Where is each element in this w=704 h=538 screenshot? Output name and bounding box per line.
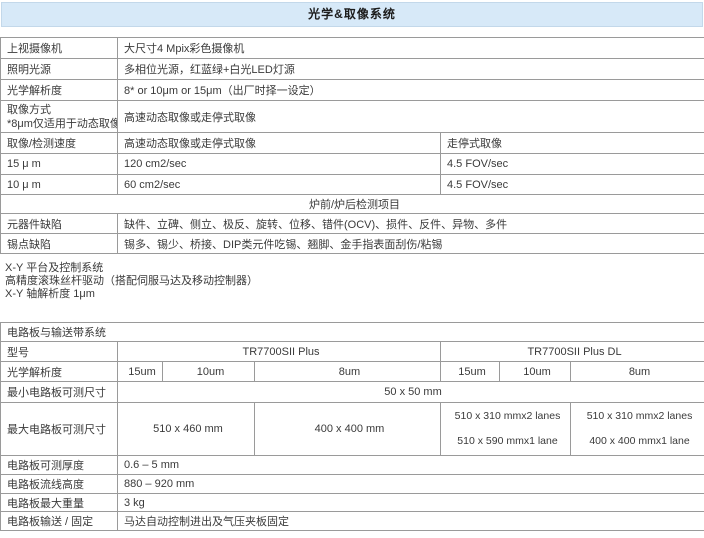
spec-label-cell: 取像方式 *8μm仅适用于动态取像 <box>1 101 118 133</box>
spec-label-cell: 光学解析度 <box>1 362 118 382</box>
capture-mode-note: *8μm仅适用于动态取像 <box>7 117 115 131</box>
table-row: 取像/检测速度 高速动态取像或走停式取像 走停式取像 <box>1 133 704 154</box>
spec-label-cell: 电路板输送 / 固定 <box>1 512 118 531</box>
max-board-dl-b-line1: 510 x 310 mmx2 lanes <box>577 404 702 429</box>
table-row: 型号 TR7700SII Plus TR7700SII Plus DL <box>1 342 704 362</box>
table-row: 电路板与输送带系统 <box>1 323 704 342</box>
table-row: 炉前/炉后检测项目 <box>1 195 704 214</box>
max-board-dl-a-line2: 510 x 590 mmx1 lane <box>447 429 568 454</box>
res-col-cell: 15um <box>118 362 163 382</box>
section-header-optics: 光学&取像系统 <box>1 2 703 27</box>
capture-mode-label: 取像方式 <box>7 103 115 117</box>
table-row: 最大电路板可测尺寸 510 x 460 mm 400 x 400 mm 510 … <box>1 403 704 456</box>
max-board-dl-b-cell: 510 x 310 mmx2 lanes 400 x 400 mmx1 lane <box>571 403 704 456</box>
min-board-value-cell: 50 x 50 mm <box>118 382 704 403</box>
spec-value-cell: 3 kg <box>118 494 704 512</box>
spec-label-cell: 15 μ m <box>1 154 118 175</box>
spec-label-cell: 取像/检测速度 <box>1 133 118 154</box>
max-board-plus-b-cell: 400 x 400 mm <box>255 403 441 456</box>
spec-label-cell: 锡点缺陷 <box>1 234 118 254</box>
table-row: 10 μ m 60 cm2/sec 4.5 FOV/sec <box>1 175 704 195</box>
res-col-cell: 8um <box>571 362 704 382</box>
table-row: 照明光源 多相位光源，红蓝绿+白光LED灯源 <box>1 59 704 80</box>
spec-value-cell: 0.6 – 5 mm <box>118 456 704 475</box>
spec-value-cell: 4.5 FOV/sec <box>441 154 704 175</box>
spec-value-cell: 马达自动控制进出及气压夹板固定 <box>118 512 704 531</box>
inspection-items-header: 炉前/炉后检测项目 <box>1 195 704 214</box>
spec-value-cell: 多相位光源，红蓝绿+白光LED灯源 <box>118 59 704 80</box>
table-row: 光学解析度 8* or 10μm or 15μm（出厂时择一设定） <box>1 80 704 101</box>
res-col-cell: 10um <box>163 362 255 382</box>
table-row: 电路板最大重量 3 kg <box>1 494 704 512</box>
spec-value-cell: 8* or 10μm or 15μm（出厂时择一设定） <box>118 80 704 101</box>
section-header-board: 电路板与输送带系统 <box>1 323 704 342</box>
table-row: 光学解析度 15um 10um 8um 15um 10um 8um <box>1 362 704 382</box>
xy-platform-title: X-Y 平台及控制系统 <box>5 262 695 275</box>
table-row: 电路板可测厚度 0.6 – 5 mm <box>1 456 704 475</box>
optics-table: 上视摄像机 大尺寸4 Mpix彩色摄像机 照明光源 多相位光源，红蓝绿+白光LE… <box>0 37 704 254</box>
spec-sheet-page: 光学&取像系统 上视摄像机 大尺寸4 Mpix彩色摄像机 照明光源 多相位光源，… <box>0 0 704 538</box>
spec-label-cell: 上视摄像机 <box>1 38 118 59</box>
spec-value-cell: 4.5 FOV/sec <box>441 175 704 195</box>
res-col-cell: 8um <box>255 362 441 382</box>
res-col-cell: 10um <box>500 362 571 382</box>
spec-value-cell: 走停式取像 <box>441 133 704 154</box>
spec-label-cell: 电路板可测厚度 <box>1 456 118 475</box>
table-row: 15 μ m 120 cm2/sec 4.5 FOV/sec <box>1 154 704 175</box>
max-board-dl-a-cell: 510 x 310 mmx2 lanes 510 x 590 mmx1 lane <box>441 403 571 456</box>
xy-platform-block: X-Y 平台及控制系统 高精度滚珠丝杆驱动（搭配伺服马达及移动控制器） X-Y … <box>5 262 695 301</box>
res-col-cell: 15um <box>441 362 500 382</box>
table-row: 电路板输送 / 固定 马达自动控制进出及气压夹板固定 <box>1 512 704 531</box>
spec-value-cell: 120 cm2/sec <box>118 154 441 175</box>
table-row: 元器件缺陷 缺件、立碑、侧立、极反、旋转、位移、错件(OCV)、损件、反件、异物… <box>1 214 704 234</box>
table-row: 电路板流线高度 880 – 920 mm <box>1 475 704 494</box>
table-row: 上视摄像机 大尺寸4 Mpix彩色摄像机 <box>1 38 704 59</box>
spec-value-cell: 60 cm2/sec <box>118 175 441 195</box>
max-board-dl-a-line1: 510 x 310 mmx2 lanes <box>447 404 568 429</box>
spec-label-cell: 元器件缺陷 <box>1 214 118 234</box>
spec-label-cell: 电路板最大重量 <box>1 494 118 512</box>
spec-label-cell: 最大电路板可测尺寸 <box>1 403 118 456</box>
spec-value-cell: 高速动态取像或走停式取像 <box>118 133 441 154</box>
table-row: 取像方式 *8μm仅适用于动态取像 高速动态取像或走停式取像 <box>1 101 704 133</box>
spec-label-cell: 照明光源 <box>1 59 118 80</box>
spec-label-cell: 最小电路板可测尺寸 <box>1 382 118 403</box>
spec-value-cell: 高速动态取像或走停式取像 <box>118 101 704 133</box>
model-plus-dl-cell: TR7700SII Plus DL <box>441 342 704 362</box>
spec-label-cell: 光学解析度 <box>1 80 118 101</box>
spec-value-cell: 锡多、锡少、桥接、DIP类元件吃锡、翘脚、金手指表面刮伤/粘锡 <box>118 234 704 254</box>
xy-platform-drive: 高精度滚珠丝杆驱动（搭配伺服马达及移动控制器） <box>5 275 695 288</box>
spec-value-cell: 大尺寸4 Mpix彩色摄像机 <box>118 38 704 59</box>
model-plus-cell: TR7700SII Plus <box>118 342 441 362</box>
spec-label-cell: 10 μ m <box>1 175 118 195</box>
spec-label-cell: 电路板流线高度 <box>1 475 118 494</box>
max-board-dl-b-line2: 400 x 400 mmx1 lane <box>577 429 702 454</box>
spec-label-cell: 型号 <box>1 342 118 362</box>
spec-value-cell: 880 – 920 mm <box>118 475 704 494</box>
table-row: 最小电路板可测尺寸 50 x 50 mm <box>1 382 704 403</box>
table-row: 锡点缺陷 锡多、锡少、桥接、DIP类元件吃锡、翘脚、金手指表面刮伤/粘锡 <box>1 234 704 254</box>
max-board-plus-a-cell: 510 x 460 mm <box>118 403 255 456</box>
spec-value-cell: 缺件、立碑、侧立、极反、旋转、位移、错件(OCV)、损件、反件、异物、多件 <box>118 214 704 234</box>
xy-platform-resolution: X-Y 轴解析度 1μm <box>5 288 695 301</box>
board-conveyor-table: 电路板与输送带系统 型号 TR7700SII Plus TR7700SII Pl… <box>0 322 704 531</box>
